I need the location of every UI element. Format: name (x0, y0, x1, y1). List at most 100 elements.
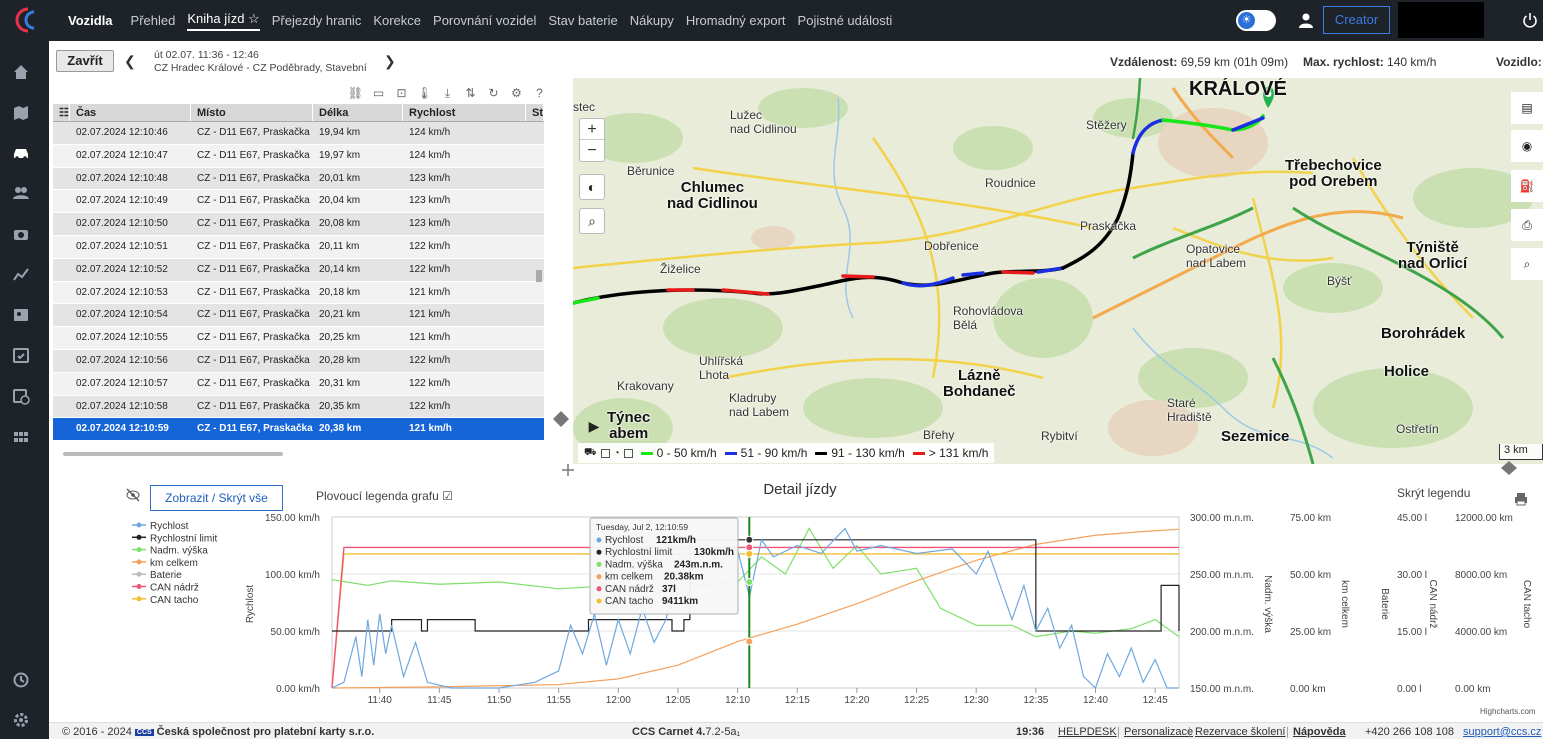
link-icon[interactable]: ⛓ (344, 86, 367, 102)
nav-item-prejezdy-hranic[interactable]: Přejezdy hranic (272, 13, 362, 28)
calendar-check-icon[interactable] (12, 346, 30, 364)
home-icon[interactable] (12, 63, 30, 81)
creator-button[interactable]: Creator (1323, 6, 1390, 34)
table-row[interactable]: 02.07.2024 12:10:48 CZ - D11 E67, Praskač… (53, 167, 544, 191)
close-button[interactable]: Zavřít (56, 50, 114, 72)
people-icon[interactable] (12, 184, 30, 202)
ccs-logo[interactable] (12, 6, 42, 34)
thermometer-icon[interactable]: 🌡 (413, 86, 436, 102)
print-icon[interactable]: ⎙ (1511, 209, 1543, 241)
table-row[interactable]: 02.07.2024 12:10:46 CZ - D11 E67, Praskač… (53, 122, 544, 145)
cell-delka: 20,38 km (319, 423, 362, 435)
footer-copyright: © 2016 - 2024 CCS Česká společnost pro pla… (62, 726, 374, 738)
download-icon[interactable]: ⤓ (436, 86, 459, 102)
print-icon[interactable] (1514, 492, 1528, 506)
table-row[interactable]: 02.07.2024 12:10:53 CZ - D11 E67, Praskač… (53, 281, 544, 305)
chart-icon[interactable] (12, 265, 30, 283)
highcharts-credit[interactable]: Highcharts.com (1480, 707, 1536, 716)
table-row[interactable]: 02.07.2024 12:10:56 CZ - D11 E67, Praskač… (53, 349, 544, 373)
sort-icon[interactable]: ⇅ (459, 86, 482, 102)
checkbox[interactable] (623, 448, 633, 458)
settings-icon[interactable] (12, 711, 30, 729)
nav-item-kniha-jizd[interactable]: Kniha jízd ☆ (187, 11, 260, 31)
splitter-handle-icon[interactable] (552, 410, 570, 428)
power-icon[interactable] (1522, 12, 1538, 28)
camera-icon[interactable] (12, 225, 30, 243)
contacts-icon[interactable] (12, 306, 30, 324)
trip-map[interactable]: stec Lužec nad Cidlinou Stěžery KRÁLOVÉ Třeb… (573, 78, 1543, 464)
car-icon[interactable] (12, 144, 30, 162)
zoom-in-button[interactable]: + (580, 119, 604, 140)
gauge-icon[interactable]: ◔ (614, 448, 620, 459)
theme-toggle[interactable]: ☀ (1236, 10, 1276, 31)
rezervace-skoleni-link[interactable]: Rezervace školení (1195, 726, 1286, 738)
table-row[interactable]: 02.07.2024 12:10:49 CZ - D11 E67, Praskač… (53, 190, 544, 214)
resize-handle-icon[interactable] (1500, 461, 1518, 475)
column-header-cas[interactable]: Čas (70, 104, 191, 121)
comment-icon[interactable]: ▭ (367, 86, 390, 102)
chevron-left-icon[interactable]: ❮ (124, 53, 136, 70)
hide-legend-link[interactable]: Skrýt legendu (1397, 486, 1470, 500)
table-row[interactable]: 02.07.2024 12:10:54 CZ - D11 E67, Praskač… (53, 304, 544, 328)
table-row[interactable]: 02.07.2024 12:10:51 CZ - D11 E67, Praskač… (53, 235, 544, 259)
column-header-stav[interactable]: Sta (526, 104, 544, 121)
fuel-icon[interactable]: ⛽ (1511, 170, 1543, 202)
fit-icon[interactable]: ⊡ (390, 86, 413, 102)
nav-item-nakupy[interactable]: Nákupy (630, 13, 674, 28)
nav-item-prehled[interactable]: Přehled (131, 13, 176, 28)
nav-item-pojistne-udalosti[interactable]: Pojistné události (798, 13, 893, 28)
x-tick-label: 12:30 (964, 695, 989, 705)
column-header-rychlost[interactable]: Rychlost (403, 104, 526, 121)
map-icon[interactable] (12, 104, 30, 122)
x-tick-label: 12:00 (606, 695, 631, 705)
table-row[interactable]: 02.07.2024 12:10:57 CZ - D11 E67, Praskač… (53, 372, 544, 396)
search-icon[interactable]: ⌕ (579, 208, 605, 234)
personalizace-link[interactable]: Personalizace (1124, 726, 1193, 738)
history-icon[interactable] (12, 671, 30, 689)
user-icon[interactable] (1298, 12, 1314, 28)
nav-item-korekce[interactable]: Korekce (373, 13, 421, 28)
scroll-thumb[interactable] (63, 452, 283, 456)
help-icon[interactable]: ? (528, 86, 551, 102)
map-place-label: Staré Hradiště (1167, 396, 1212, 424)
column-header-misto[interactable]: Místo (191, 104, 313, 121)
table-row[interactable]: 02.07.2024 12:10:52 CZ - D11 E67, Praskač… (53, 258, 544, 282)
resize-handle-icon[interactable] (562, 464, 574, 476)
table-vertical-scrollbar[interactable] (535, 122, 543, 448)
floating-legend-toggle[interactable]: Plovoucí legenda grafu ☑ (316, 489, 453, 503)
table-row[interactable]: 02.07.2024 12:10:58 CZ - D11 E67, Praskač… (53, 395, 544, 419)
map-place-label: Chlumec nad Cidlinou (667, 179, 758, 212)
refresh-icon[interactable]: ↻ (482, 86, 505, 102)
table-row[interactable]: 02.07.2024 12:10:50 CZ - D11 E67, Praskač… (53, 213, 544, 236)
nav-brand[interactable]: Vozidla (68, 13, 113, 28)
car-icon[interactable]: ⛟ (584, 447, 597, 460)
table-horizontal-scrollbar[interactable] (57, 450, 533, 458)
helpdesk-link[interactable]: HELPDESK (1058, 726, 1117, 738)
nav-item-porovnani-vozidel[interactable]: Porovnání vozidel (433, 13, 536, 28)
map-layers-icon[interactable]: ▤ (1511, 92, 1543, 124)
calendar-clock-icon[interactable] (12, 387, 30, 405)
table-row[interactable]: 02.07.2024 12:10:59 CZ - D11 E67, Praskač… (53, 418, 544, 442)
zoom-out-button[interactable]: − (580, 140, 604, 161)
map-place-label: Opatovice nad Labem (1186, 242, 1247, 270)
column-chooser-icon[interactable]: ☷ (53, 104, 70, 121)
table-row[interactable]: 02.07.2024 12:10:55 CZ - D11 E67, Praskač… (53, 327, 544, 350)
nav-item-stav-baterie[interactable]: Stav baterie (548, 13, 617, 28)
napoveda-link[interactable]: Nápověda (1293, 726, 1346, 738)
speed-legend: ⛟ ◔ 0 - 50 km/h 51 - 90 km/h 91 - 130 km/h… (578, 443, 995, 463)
trip-detail-chart[interactable]: 150.00 km/h 100.00 km/h 50.00 km/h 0.00 km/… (120, 505, 1543, 705)
chevron-right-icon[interactable]: ❯ (384, 53, 396, 70)
checkbox[interactable] (600, 448, 610, 458)
play-icon[interactable]: ▶ (581, 414, 607, 440)
table-row[interactable]: 02.07.2024 12:10:47 CZ - D11 E67, Praskač… (53, 144, 544, 168)
settings-icon[interactable]: ⚙ (505, 86, 528, 102)
column-header-delka[interactable]: Délka (313, 104, 403, 121)
brightness-icon[interactable]: ◐ (579, 174, 605, 200)
eye-slash-icon[interactable] (126, 488, 140, 502)
map-search-icon[interactable]: ⌕ (1511, 248, 1543, 280)
scroll-thumb[interactable] (536, 270, 542, 282)
grid-icon[interactable] (12, 428, 30, 446)
eye-icon[interactable]: ◉ (1511, 130, 1543, 162)
nav-item-hromadny-export[interactable]: Hromadný export (686, 13, 786, 28)
support-email-link[interactable]: support@ccs.cz (1463, 726, 1541, 738)
